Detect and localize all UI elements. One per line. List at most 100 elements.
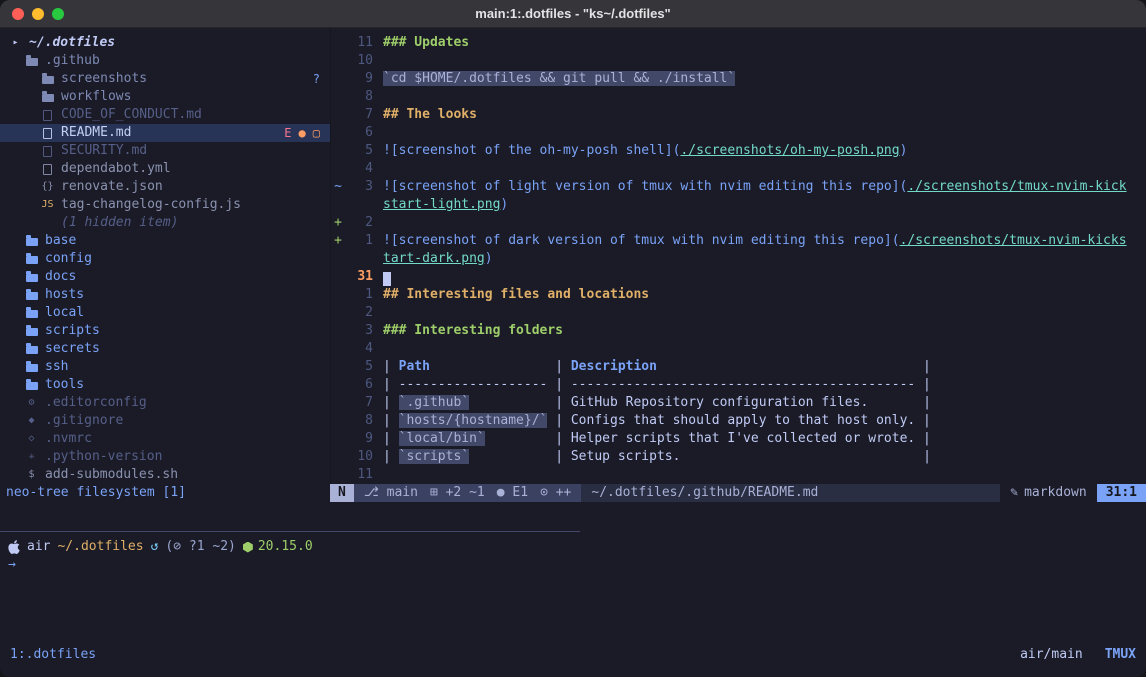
tree-item-1-hidden-item[interactable]: (1 hidden item): [0, 214, 330, 232]
line-number: 7: [345, 394, 373, 412]
tree-item-local[interactable]: local: [0, 304, 330, 322]
item-icon: JS: [40, 196, 55, 214]
editor-line[interactable]: 10| `scripts` | Setup scripts. |: [331, 448, 1146, 466]
folder-icon: [40, 75, 55, 83]
editor-line[interactable]: ~3![screenshot of light version of tmux …: [331, 178, 1146, 196]
item-icon: ◇: [24, 430, 39, 448]
folder-icon: [24, 255, 39, 263]
close-button[interactable]: [12, 8, 24, 20]
line-text: ![screenshot of dark version of tmux wit…: [383, 232, 1127, 250]
folder-icon: [24, 363, 39, 371]
line-text: | Path | Description |: [383, 358, 931, 376]
git-status-badges: ?: [313, 70, 320, 88]
tree-item-config[interactable]: config: [0, 250, 330, 268]
gutter-sign: [331, 268, 345, 286]
editor-line[interactable]: 5 ![screenshot of the oh-my-posh shell](.…: [331, 142, 1146, 160]
line-number: 5: [345, 142, 373, 160]
tree-item-label: tools: [45, 376, 84, 394]
tree-item-python-version[interactable]: ✳.python-version: [0, 448, 330, 466]
editor-line[interactable]: 11: [331, 466, 1146, 484]
tree-item-screenshots[interactable]: screenshots?: [0, 70, 330, 88]
line-number: 2: [345, 214, 373, 232]
editor-line[interactable]: tart-dark.png): [331, 250, 1146, 268]
line-number: 6: [345, 376, 373, 394]
tree-item-dependabot-yml[interactable]: dependabot.yml: [0, 160, 330, 178]
line-text: start-light.png): [383, 196, 508, 214]
editor-line[interactable]: 6: [331, 124, 1146, 142]
gutter-sign: [331, 358, 345, 376]
prompt-arrow[interactable]: →: [8, 556, 1146, 574]
folder-icon: [40, 93, 55, 101]
editor-line[interactable]: +1![screenshot of dark version of tmux w…: [331, 232, 1146, 250]
tree-item-renovate-json[interactable]: {}renovate.json: [0, 178, 330, 196]
editor-line[interactable]: 8: [331, 88, 1146, 106]
tree-item-label: .nvmrc: [45, 430, 92, 448]
editor-line[interactable]: 9| `local/bin` | Helper scripts that I'v…: [331, 430, 1146, 448]
line-number: 1: [345, 286, 373, 304]
tmux-window-item[interactable]: 1:.dotfiles: [10, 647, 96, 662]
cursor-position: 31:1: [1097, 484, 1146, 502]
line-text: | `local/bin` | Helper scripts that I've…: [383, 430, 931, 448]
editor-line[interactable]: 31: [331, 268, 1146, 286]
tree-item-add-submodules-sh[interactable]: $add-submodules.sh: [0, 466, 330, 484]
line-number: 11: [345, 34, 373, 52]
line-text: | `scripts` | Setup scripts. |: [383, 448, 931, 466]
tree-item-label: secrets: [45, 340, 100, 358]
editor[interactable]: 11 ### Updates 10 9`cd $HOME/.dotfiles &&…: [330, 28, 1146, 484]
editor-line[interactable]: 4: [331, 340, 1146, 358]
editor-line[interactable]: 5| Path | Description |: [331, 358, 1146, 376]
prompt-git-status: (⊘ ?1 ~2): [165, 538, 235, 556]
editor-line[interactable]: 10: [331, 52, 1146, 70]
cursor: [383, 272, 391, 286]
tree-item-secrets[interactable]: secrets: [0, 340, 330, 358]
shell-pane[interactable]: air ~/.dotfiles ↺ (⊘ ?1 ~2) 20.15.0 →: [0, 532, 1146, 645]
tree-item-label: workflows: [61, 88, 131, 106]
zoom-button[interactable]: [52, 8, 64, 20]
line-text: ![screenshot of the oh-my-posh shell](./…: [383, 142, 907, 160]
tree-item-code-of-conduct-md[interactable]: CODE_OF_CONDUCT.md: [0, 106, 330, 124]
minimize-button[interactable]: [32, 8, 44, 20]
git-info: ⎇ main ⊞ +2 ~1 ● E1 ⊙ ++: [354, 484, 582, 502]
tree-item-label: hosts: [45, 286, 84, 304]
editor-line[interactable]: 3### Interesting folders: [331, 322, 1146, 340]
tree-item-base[interactable]: base: [0, 232, 330, 250]
editor-line[interactable]: 2: [331, 304, 1146, 322]
tree-item-scripts[interactable]: scripts: [0, 322, 330, 340]
gutter-sign: [331, 286, 345, 304]
editor-line[interactable]: 1## Interesting files and locations: [331, 286, 1146, 304]
line-number: 11: [345, 466, 373, 484]
tree-item-tag-changelog-config-js[interactable]: JStag-changelog-config.js: [0, 196, 330, 214]
tree-item-workflows[interactable]: workflows: [0, 88, 330, 106]
tree-item-label: scripts: [45, 322, 100, 340]
tree-item-editorconfig[interactable]: ⚙.editorconfig: [0, 394, 330, 412]
tree-item-docs[interactable]: docs: [0, 268, 330, 286]
node-segment: 20.15.0: [243, 538, 313, 556]
editor-line[interactable]: 6| ------------------- | ---------------…: [331, 376, 1146, 394]
editor-line[interactable]: 9`cd $HOME/.dotfiles && git pull && ./in…: [331, 70, 1146, 88]
editor-line[interactable]: 11 ### Updates: [331, 34, 1146, 52]
tree-item-hosts[interactable]: hosts: [0, 286, 330, 304]
editor-line[interactable]: 7## The looks: [331, 106, 1146, 124]
tree-item-github[interactable]: .github: [0, 52, 330, 70]
gutter-sign: [331, 304, 345, 322]
tree-item-gitignore[interactable]: ◆.gitignore: [0, 412, 330, 430]
tree-item-nvmrc[interactable]: ◇ .nvmrc: [0, 430, 330, 448]
item-icon: ⚙: [24, 394, 39, 412]
line-number: 8: [345, 412, 373, 430]
editor-line[interactable]: 8| `hosts/{hostname}/` | Configs that sh…: [331, 412, 1146, 430]
gutter-sign: [331, 106, 345, 124]
tree-item-label: CODE_OF_CONDUCT.md: [61, 106, 202, 124]
tree-item-tools[interactable]: tools: [0, 376, 330, 394]
editor-line[interactable]: 4: [331, 160, 1146, 178]
line-text: ### Updates: [383, 34, 469, 52]
tree-item-dotfiles[interactable]: ▸~/.dotfiles: [0, 34, 330, 52]
statusline-extra: ⊙ ++: [540, 484, 571, 502]
tree-item-security-md[interactable]: SECURITY.md: [0, 142, 330, 160]
tree-item-readme-md[interactable]: README.mdE●▢: [0, 124, 330, 142]
tree-item-ssh[interactable]: ssh: [0, 358, 330, 376]
folder-icon: [24, 273, 39, 281]
gutter-sign: [331, 466, 345, 484]
editor-line[interactable]: +2: [331, 214, 1146, 232]
editor-line[interactable]: start-light.png): [331, 196, 1146, 214]
editor-line[interactable]: 7| `.github` | GitHub Repository configu…: [331, 394, 1146, 412]
